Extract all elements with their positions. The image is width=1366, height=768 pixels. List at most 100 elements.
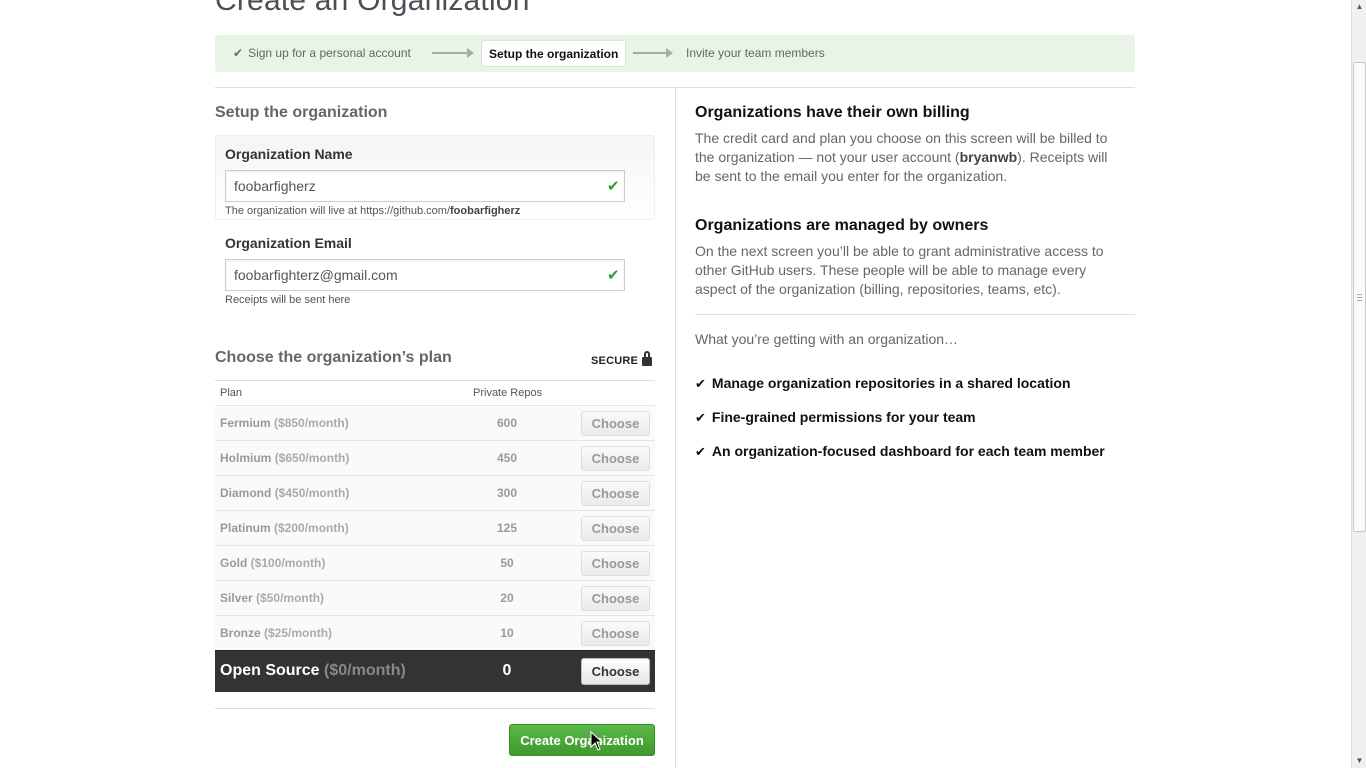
plan-price: ($0/month): [324, 662, 406, 679]
col-plan: Plan: [220, 387, 243, 399]
plan-row-fermium: Fermium ($850/month) 600 Choose: [215, 405, 655, 440]
org-name-label: Organization Name: [225, 146, 353, 162]
choose-open-source-button[interactable]: Choose: [581, 658, 650, 685]
plan-title: Fermium: [220, 416, 271, 430]
feature-label: Manage organization repositories in a sh…: [711, 375, 1071, 391]
divider: [215, 708, 655, 709]
check-icon: ✔: [695, 376, 706, 391]
scrollbar-thumb[interactable]: [1353, 62, 1366, 532]
plan-row-diamond: Diamond ($450/month) 300 Choose: [215, 475, 655, 510]
plan-price: ($650/month): [274, 451, 350, 465]
billing-username: bryanwb: [959, 149, 1018, 165]
plan-row-bronze: Bronze ($25/month) 10 Choose: [215, 615, 655, 650]
plan-price: ($450/month): [274, 486, 350, 500]
org-url-note: The organization will live at https://gi…: [225, 205, 520, 217]
plan-repos: 125: [496, 521, 518, 535]
getting-intro: What you’re getting with an organization…: [695, 331, 959, 347]
check-icon: ✔: [233, 46, 244, 60]
check-icon: ✔: [695, 444, 706, 459]
plan-price: ($50/month): [256, 591, 325, 605]
plans-table-header: Plan Private Repos: [215, 381, 655, 405]
plan-price: ($850/month): [274, 416, 349, 430]
plan-title: Platinum: [220, 521, 271, 535]
choose-diamond-button[interactable]: Choose: [581, 481, 650, 506]
plan-repos: 0: [502, 662, 512, 679]
org-email-label: Organization Email: [225, 235, 352, 251]
plan-title: Silver: [220, 591, 253, 605]
plan-repos: 20: [500, 591, 514, 605]
check-icon: ✔: [607, 267, 620, 284]
plan-row-open-source: Open Source ($0/month) 0 Choose: [215, 650, 655, 692]
feature-item: ✔ An organization-focused dashboard for e…: [695, 443, 1105, 460]
plan-name: Bronze ($25/month): [220, 626, 332, 640]
plan-price: ($200/month): [274, 521, 349, 535]
plan-name: Platinum ($200/month): [220, 521, 349, 535]
org-name-input[interactable]: [225, 170, 625, 202]
plan-repos: 300: [496, 486, 518, 500]
plan-row-holmium: Holmium ($650/month) 450 Choose: [215, 440, 655, 475]
step-signup-label: Sign up for a personal account: [248, 46, 411, 60]
plan-name: Diamond ($450/month): [220, 486, 349, 500]
plan-row-platinum: Platinum ($200/month) 125 Choose: [215, 510, 655, 545]
secure-label: SECURE: [591, 355, 639, 367]
org-email-note: Receipts will be sent here: [225, 294, 351, 306]
choose-platinum-button[interactable]: Choose: [581, 516, 650, 541]
billing-text: The credit card and plan you choose on t…: [695, 129, 1125, 186]
plan-name: Holmium ($650/month): [220, 451, 349, 465]
choose-bronze-button[interactable]: Choose: [581, 621, 650, 646]
step-invite: Invite your team members: [686, 46, 825, 60]
choose-gold-button[interactable]: Choose: [581, 551, 650, 576]
org-url-note-prefix: The organization will live at https://gi…: [225, 205, 451, 217]
feature-label: An organization-focused dashboard for ea…: [711, 443, 1105, 459]
billing-heading: Organizations have their own billing: [695, 104, 970, 121]
choose-silver-button[interactable]: Choose: [581, 586, 650, 611]
check-icon: ✔: [607, 178, 620, 195]
feature-item: ✔ Fine-grained permissions for your team: [695, 409, 976, 426]
plans-table: Plan Private Repos Fermium ($850/month) …: [215, 380, 655, 692]
arrow-right-icon: [633, 48, 673, 58]
plan-title: Holmium: [220, 451, 272, 465]
feature-item: ✔ Manage organization repositories in a s…: [695, 375, 1071, 392]
owners-text: On the next screen you’ll be able to gra…: [695, 243, 1104, 297]
lock-icon: [642, 351, 653, 366]
secure-badge: SECURE: [591, 351, 653, 367]
step-setup: Setup the organization: [481, 40, 627, 67]
plan-price: ($25/month): [264, 626, 333, 640]
choose-holmium-button[interactable]: Choose: [581, 446, 650, 471]
plan-row-gold: Gold ($100/month) 50 Choose: [215, 545, 655, 580]
plan-title: Gold: [220, 556, 248, 570]
plan-title: Diamond: [220, 486, 272, 500]
setup-heading: Setup the organization: [215, 104, 388, 121]
page-title: Create an Organization: [215, 0, 530, 17]
plan-repos: 10: [500, 626, 514, 640]
feature-label: Fine-grained permissions for your team: [711, 409, 976, 425]
org-email-input[interactable]: [225, 259, 625, 291]
signup-steps: ✔ Sign up for a personal account Setup th…: [215, 35, 1135, 72]
plan-repos: 600: [496, 416, 518, 430]
scroll-down-icon[interactable]: ▼: [1352, 754, 1366, 768]
arrow-right-icon: [432, 48, 474, 58]
plan-name: Silver ($50/month): [220, 591, 324, 605]
mouse-cursor-icon: [590, 731, 604, 751]
create-organization-button[interactable]: Create Organization: [509, 724, 655, 756]
divider: [695, 314, 1135, 315]
scroll-up-icon[interactable]: ▲: [1352, 0, 1366, 14]
grip-icon: [1357, 294, 1362, 301]
column-divider: [675, 88, 676, 768]
plan-name: Fermium ($850/month): [220, 416, 349, 430]
plan-price: ($100/month): [250, 556, 326, 570]
owners-heading: Organizations are managed by owners: [695, 217, 989, 234]
choose-fermium-button[interactable]: Choose: [581, 411, 650, 436]
plan-name: Open Source ($0/month): [220, 662, 406, 680]
plan-repos: 50: [500, 556, 514, 570]
plans-heading: Choose the organization’s plan: [215, 349, 452, 366]
plan-row-silver: Silver ($50/month) 20 Choose: [215, 580, 655, 615]
step-signup: ✔ Sign up for a personal account: [233, 35, 411, 72]
plan-repos: 450: [496, 451, 518, 465]
org-url-slug: foobarfigherz: [450, 205, 521, 217]
col-private-repos: Private Repos: [473, 387, 543, 399]
check-icon: ✔: [695, 410, 706, 425]
plan-title: Bronze: [220, 626, 261, 640]
vertical-scrollbar[interactable]: ▲ ▼: [1351, 0, 1366, 768]
plan-title: Open Source: [220, 662, 320, 679]
